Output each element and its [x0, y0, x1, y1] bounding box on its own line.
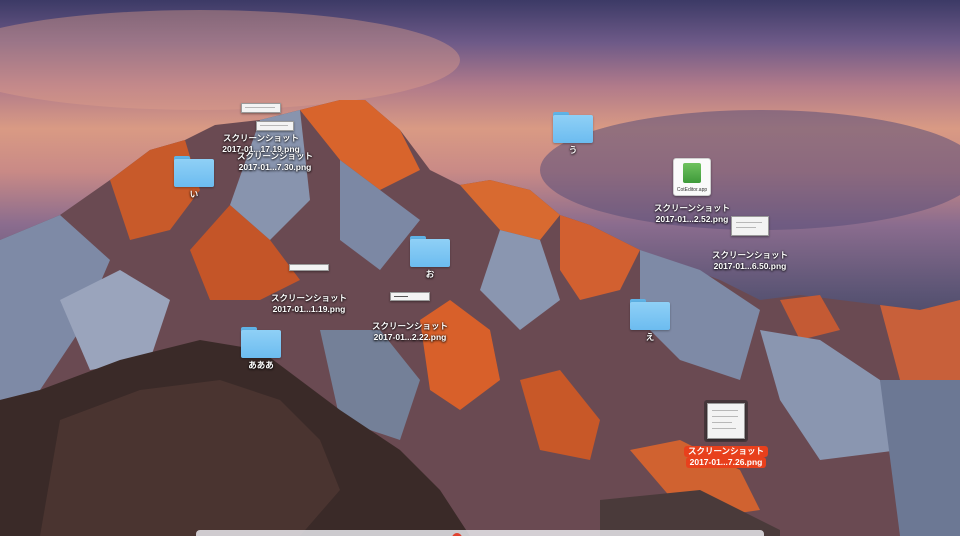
file-label-line2: 2017-01...7.30.png [238, 162, 312, 172]
screenshot-thumbnail-icon [256, 121, 294, 131]
wallpaper-mountains [0, 10, 960, 536]
file-label-line2: 2017-01...7.26.png [685, 457, 767, 468]
screenshot-thumbnail-icon [289, 264, 329, 271]
screenshot-thumbnail-icon [731, 216, 769, 236]
coteditor-app-icon: CotEditor.app [673, 158, 711, 196]
folder-icon [630, 299, 670, 330]
file-label-line2: 2017-01...6.50.png [713, 261, 787, 271]
folder-label: あああ [248, 360, 274, 370]
file-label-line1: スクリーンショット [653, 203, 731, 213]
screenshot-file-650[interactable]: スクリーンショット 2017-01...6.50.png [701, 216, 799, 272]
screenshot-thumbnail-icon [707, 403, 745, 439]
folder-icon-i[interactable]: い [170, 156, 218, 200]
file-label-line2: 2017-01...1.19.png [272, 304, 346, 314]
file-label-line1: スクリーンショット [236, 151, 314, 161]
folder-label: え [645, 332, 655, 342]
file-label-line1: スクリーンショット [711, 250, 789, 260]
folder-icon-e[interactable]: え [626, 299, 674, 343]
dock[interactable] [196, 530, 764, 536]
folder-label: い [189, 189, 199, 199]
folder-icon [553, 112, 593, 143]
screenshot-thumbnail-icon [241, 103, 281, 113]
coteditor-app-file-252[interactable]: CotEditor.app スクリーンショット 2017-01...2.52.p… [642, 158, 742, 225]
file-label-line1: スクリーンショット [371, 321, 449, 331]
folder-icon [241, 327, 281, 358]
folder-label: う [568, 145, 578, 155]
folder-icon-aaa[interactable]: あああ [237, 327, 285, 371]
folder-label: お [425, 269, 435, 279]
screenshot-file-726-selected[interactable]: スクリーンショット 2017-01...7.26.png [675, 400, 777, 468]
folder-icon [410, 236, 450, 267]
folder-icon-o[interactable]: お [406, 236, 454, 280]
file-label-line1: スクリーンショット [270, 293, 348, 303]
file-label-line1: スクリーンショット [683, 446, 769, 457]
selection-highlight [704, 400, 748, 442]
screenshot-file-730[interactable]: スクリーンショット 2017-01...7.30.png [226, 121, 324, 173]
screenshot-file-119[interactable]: スクリーンショット 2017-01...1.19.png [260, 264, 358, 315]
screenshot-thumbnail-icon [390, 292, 430, 301]
file-label-line2: 2017-01...2.22.png [373, 332, 447, 342]
folder-icon-u[interactable]: う [549, 112, 597, 156]
folder-icon [174, 156, 214, 187]
screenshot-file-222[interactable]: スクリーンショット 2017-01...2.22.png [361, 292, 459, 343]
desktop: い う お え あああ スクリーンショット 2017-01...17.19.pn… [0, 0, 960, 536]
